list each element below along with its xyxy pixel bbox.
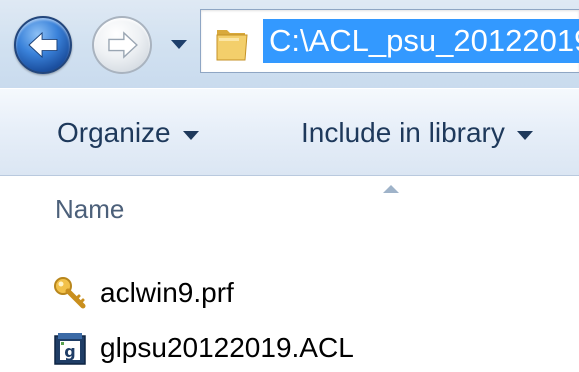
- key-icon: [52, 275, 88, 311]
- file-name: aclwin9.prf: [100, 277, 234, 308]
- list-item[interactable]: g glpsu20122019.ACL: [52, 328, 354, 368]
- organize-label: Organize: [57, 117, 171, 148]
- forward-arrow-icon: [108, 31, 138, 59]
- include-in-library-label: Include in library: [301, 117, 505, 148]
- acl-project-icon: g: [52, 330, 88, 366]
- chevron-down-icon: [516, 130, 533, 140]
- address-path[interactable]: C:\ACL_psu_20122019: [263, 19, 579, 63]
- chevron-down-icon: [171, 40, 187, 49]
- svg-text:g: g: [64, 342, 75, 361]
- navigation-bar: C:\ACL_psu_20122019: [0, 0, 579, 88]
- forward-button[interactable]: [92, 16, 152, 74]
- file-name: glpsu20122019.ACL: [100, 332, 354, 363]
- recent-pages-dropdown[interactable]: [168, 34, 190, 54]
- command-bar: Organize Include in library: [0, 88, 579, 176]
- back-arrow-icon: [28, 31, 58, 59]
- folder-icon: [215, 22, 249, 62]
- include-in-library-button[interactable]: Include in library: [301, 115, 533, 151]
- file-list: Name aclwin9.prf g glpsu20122019.ACL: [0, 177, 579, 372]
- name-column-header[interactable]: Name: [55, 194, 124, 225]
- address-bar[interactable]: C:\ACL_psu_20122019: [200, 9, 579, 73]
- back-button[interactable]: [14, 16, 72, 74]
- chevron-down-icon: [182, 130, 199, 140]
- list-item[interactable]: aclwin9.prf: [52, 273, 234, 313]
- sort-ascending-icon: [381, 179, 401, 193]
- organize-menu-button[interactable]: Organize: [57, 115, 199, 151]
